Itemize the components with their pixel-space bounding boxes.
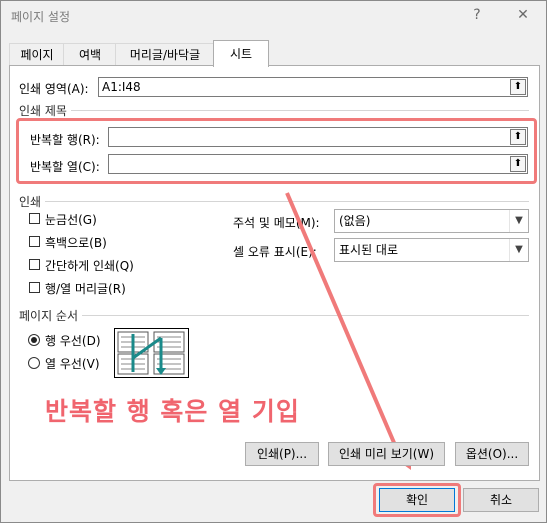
options-button[interactable]: 옵션(O)... [455, 442, 529, 466]
print-button[interactable]: 인쇄(P)... [245, 442, 319, 466]
print-preview-button[interactable]: 인쇄 미리 보기(W) [328, 442, 445, 466]
cancel-button[interactable]: 취소 [463, 488, 539, 512]
ok-button-highlight [373, 483, 461, 517]
tab-sheet[interactable]: 시트 [213, 40, 269, 67]
annotation-text: 반복할 행 혹은 열 기입 [45, 397, 300, 426]
